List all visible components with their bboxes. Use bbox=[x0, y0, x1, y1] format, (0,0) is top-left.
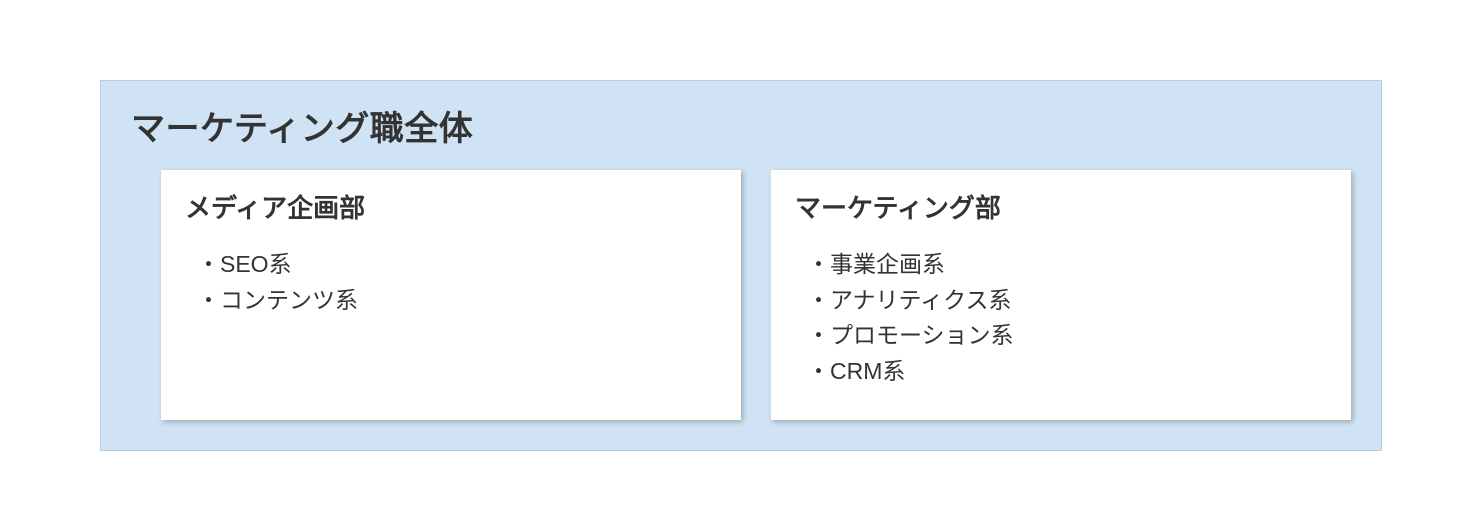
card-media-planning: メディア企画部 SEO系 コンテンツ系 bbox=[161, 170, 741, 420]
outer-title: マーケティング職全体 bbox=[131, 101, 1351, 150]
marketing-overall-box: マーケティング職全体 メディア企画部 SEO系 コンテンツ系 マーケティング部 … bbox=[100, 80, 1382, 451]
cards-row: メディア企画部 SEO系 コンテンツ系 マーケティング部 事業企画系 アナリティ… bbox=[131, 170, 1351, 420]
list-item: プロモーション系 bbox=[807, 318, 1327, 354]
card-title: メディア企画部 bbox=[185, 188, 717, 225]
card-list: 事業企画系 アナリティクス系 プロモーション系 CRM系 bbox=[795, 247, 1327, 390]
list-item: コンテンツ系 bbox=[197, 283, 717, 319]
list-item: アナリティクス系 bbox=[807, 283, 1327, 319]
card-list: SEO系 コンテンツ系 bbox=[185, 247, 717, 318]
list-item: CRM系 bbox=[807, 354, 1327, 390]
list-item: 事業企画系 bbox=[807, 247, 1327, 283]
card-marketing: マーケティング部 事業企画系 アナリティクス系 プロモーション系 CRM系 bbox=[771, 170, 1351, 420]
card-title: マーケティング部 bbox=[795, 188, 1327, 225]
list-item: SEO系 bbox=[197, 247, 717, 283]
